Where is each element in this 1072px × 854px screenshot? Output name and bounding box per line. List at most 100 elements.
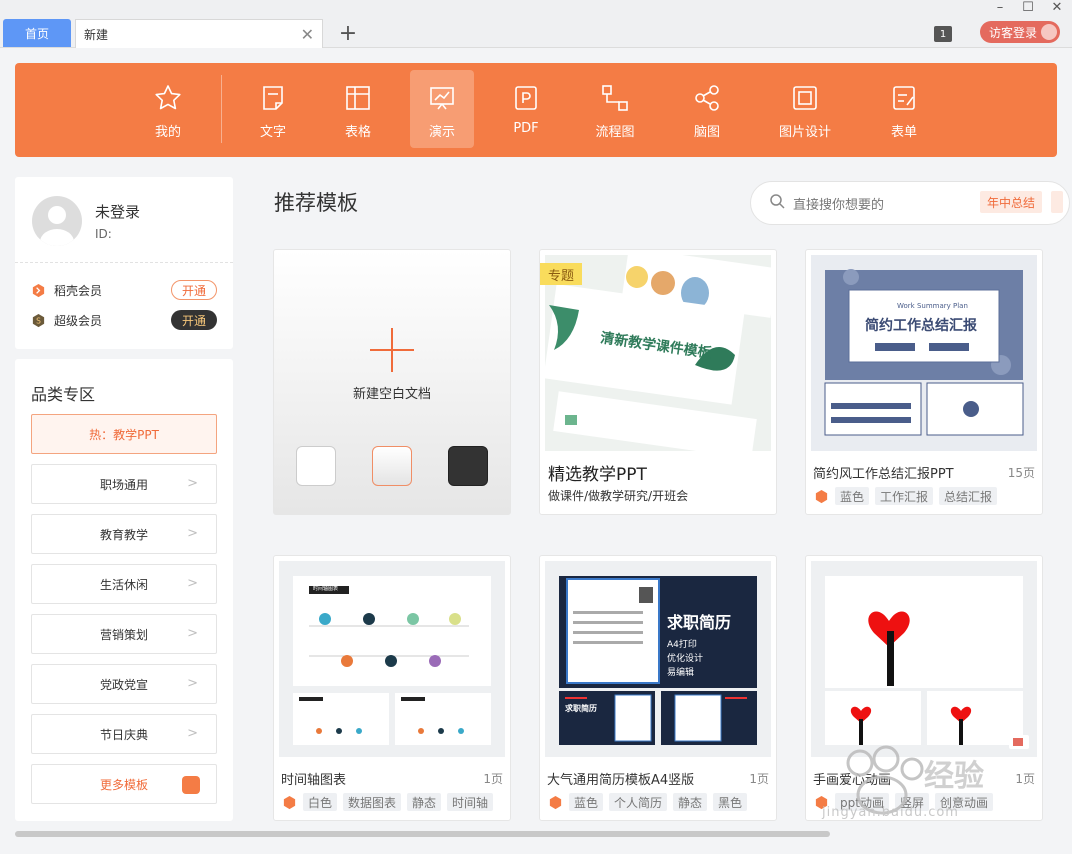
title-bar: 首页 新建 ✕ + – ☐ ✕ 1 访客登录	[0, 0, 1072, 48]
template-thumbnail: 时间轴图表	[279, 561, 505, 757]
sidebar-item-party[interactable]: 党政党宣 >	[31, 664, 217, 704]
open-docer-button[interactable]: 开通	[171, 280, 217, 300]
divider	[15, 262, 233, 263]
docer-logo-icon	[182, 776, 200, 794]
template-tag[interactable]: 白色	[303, 793, 338, 811]
sidebar-item-education[interactable]: 教育教学 >	[31, 514, 217, 554]
featured-card[interactable]: 清新教学课件模板 专题 精选教学PPT 做课件/做教学研究/开班会	[539, 249, 777, 515]
search-tag-more[interactable]	[1051, 191, 1063, 213]
template-card[interactable]: Work Summary Plan 简约工作总结汇报 简约风工作总结汇报PPT …	[805, 249, 1043, 515]
cat-flowchart[interactable]: 流程图	[583, 70, 647, 148]
sidebar-item-life[interactable]: 生活休闲 >	[31, 564, 217, 604]
new-blank-card[interactable]: 新建空白文档	[273, 249, 511, 515]
template-card[interactable]: 求职简历 A4打印 优化设计 易编辑 求职简历 大气通用简历模板A4竖版 1页 …	[539, 555, 777, 821]
login-button[interactable]: 访客登录	[980, 21, 1060, 43]
template-card[interactable]: 时间轴图表 时间轴图表 1页 白色 数据图表 静态 时间轴	[273, 555, 511, 821]
template-thumb-en: Work Summary Plan	[897, 302, 968, 310]
sidebar-item-label: 党政党宣	[99, 677, 148, 692]
watermark-text: 经验	[924, 759, 984, 794]
template-tag[interactable]: 静态	[407, 793, 442, 811]
sidebar-item-workplace[interactable]: 职场通用 >	[31, 464, 217, 504]
docer-icon	[281, 794, 297, 810]
member-docer: 稻壳会员	[31, 280, 102, 300]
cat-form[interactable]: 表单	[872, 70, 936, 148]
template-thumbnail: 求职简历 A4打印 优化设计 易编辑 求职简历	[545, 561, 771, 757]
search-tag[interactable]: 年中总结	[980, 191, 1043, 213]
cat-mindmap[interactable]: 脑图	[675, 70, 739, 148]
tab-new-label: 新建	[84, 27, 109, 42]
super-member-icon: S	[31, 313, 46, 328]
add-tab-icon[interactable]: +	[338, 21, 358, 46]
cat-mine[interactable]: 我的	[136, 70, 200, 148]
sidebar-item-label: 生活休闲	[99, 577, 148, 592]
sidebar-item-marketing[interactable]: 营销策划 >	[31, 614, 217, 654]
chevron-right-icon: >	[187, 676, 198, 691]
section-title: 推荐模板	[274, 191, 358, 215]
cat-label: 表单	[890, 125, 917, 140]
user-card: 未登录 ID: 稻壳会员 开通 S 超级会员 开通	[15, 177, 233, 349]
template-tag[interactable]: 时间轴	[447, 793, 494, 811]
pdf-icon	[511, 83, 541, 113]
featured-subtitle: 做课件/做教学研究/开班会	[548, 489, 689, 503]
template-title: 大气通用简历模板A4竖版	[547, 773, 695, 788]
flowchart-icon	[600, 83, 630, 113]
template-pages: 1页	[483, 772, 503, 786]
close-icon[interactable]: ✕	[301, 25, 314, 44]
template-thumb-line: A4打印	[667, 640, 697, 650]
maximize-icon[interactable]: ☐	[1018, 0, 1038, 15]
form-icon	[889, 83, 919, 113]
template-thumb-line: 易编辑	[667, 668, 695, 678]
cat-presentation[interactable]: 演示	[410, 70, 474, 148]
cat-label: 表格	[344, 125, 371, 140]
template-tag[interactable]: 黑色	[713, 793, 748, 811]
template-tag[interactable]: 静态	[673, 793, 708, 811]
sidebar-item-more[interactable]: 更多模板	[31, 764, 217, 804]
tab-new[interactable]: 新建 ✕	[75, 19, 323, 48]
template-thumb-line: 优化设计	[667, 654, 704, 664]
template-thumb-title: 求职简历	[667, 613, 732, 632]
tab-home[interactable]: 首页	[3, 19, 71, 47]
close-window-icon[interactable]: ✕	[1047, 0, 1067, 15]
cat-spreadsheet[interactable]: 表格	[326, 70, 390, 148]
star-icon	[153, 83, 183, 113]
template-tag[interactable]: 蓝色	[569, 793, 604, 811]
login-label: 访客登录	[989, 25, 1038, 40]
template-tag[interactable]: 个人简历	[609, 793, 668, 811]
template-thumb-title: 时间轴图表	[313, 586, 339, 592]
sidebar-item-festival[interactable]: 节日庆典 >	[31, 714, 217, 754]
template-tags: 蓝色 个人简历 静态 黑色	[547, 793, 748, 811]
template-tag[interactable]: 工作汇报	[875, 487, 934, 505]
theme-dark-swatch[interactable]	[448, 446, 488, 486]
template-title: 简约风工作总结汇报PPT	[813, 467, 954, 482]
open-super-button[interactable]: 开通	[171, 310, 217, 330]
cat-writer[interactable]: 文字	[241, 70, 305, 148]
docer-icon	[547, 794, 563, 810]
user-id: ID:	[95, 227, 112, 241]
user-name[interactable]: 未登录	[95, 201, 140, 222]
theme-gradient-swatch[interactable]	[372, 446, 412, 486]
minimize-icon[interactable]: –	[990, 0, 1010, 15]
template-tag[interactable]: 数据图表	[343, 793, 402, 811]
cat-label: 文字	[259, 125, 286, 140]
watermark-url: jingyan.baidu.com	[822, 805, 959, 820]
sidebar-item-hot[interactable]: 热：教学PPT	[31, 414, 217, 454]
sidebar-item-label: 教育教学	[99, 527, 148, 542]
search-input[interactable]: 直接搜你想要的	[793, 194, 884, 213]
avatar[interactable]	[32, 196, 82, 246]
template-tag[interactable]: 蓝色	[835, 487, 870, 505]
cat-label: 脑图	[693, 125, 720, 140]
document-icon	[258, 83, 288, 113]
search-bar[interactable]: 直接搜你想要的 年中总结	[750, 181, 1070, 225]
sidebar-title: 品类专区	[31, 385, 96, 404]
horizontal-scrollbar[interactable]	[15, 831, 830, 837]
cat-pdf[interactable]: PDF	[494, 70, 558, 148]
cat-image-design[interactable]: 图片设计	[773, 70, 837, 148]
window-count-badge[interactable]: 1	[934, 26, 952, 42]
cat-label: 流程图	[595, 125, 635, 140]
plus-icon	[370, 328, 414, 372]
template-tag[interactable]: 总结汇报	[939, 487, 998, 505]
member-super: S 超级会员	[31, 310, 102, 330]
chevron-right-icon: >	[187, 626, 198, 641]
theme-white-swatch[interactable]	[296, 446, 336, 486]
chevron-right-icon: >	[187, 526, 198, 541]
